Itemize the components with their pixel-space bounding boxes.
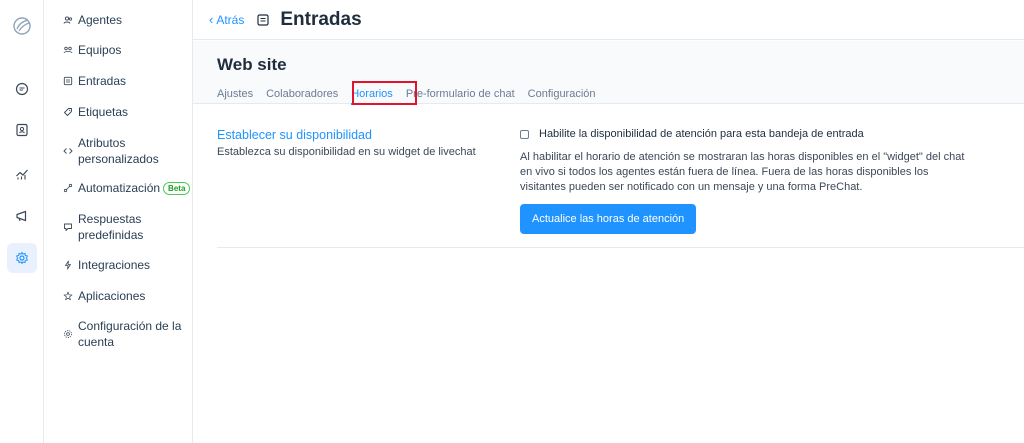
menu-item-respuestas[interactable]: Respuestas predefinidas	[62, 211, 186, 243]
automation-icon	[62, 182, 74, 194]
section-subtitle: Establezca su disponibilidad en su widge…	[217, 146, 476, 158]
contacts-icon[interactable]	[7, 115, 37, 145]
menu-item-aplicaciones[interactable]: Aplicaciones	[62, 288, 186, 304]
back-link[interactable]: ‹ Atrás	[209, 12, 244, 27]
tag-icon	[62, 106, 74, 118]
teams-icon	[62, 44, 74, 56]
menu-item-agentes[interactable]: Agentes	[62, 12, 186, 28]
menu-item-label: Atributos personalizados	[78, 136, 159, 166]
enable-hours-label: Habilite la disponibilidad de atención p…	[539, 128, 864, 140]
tab-colaboradores[interactable]: Colaboradores	[266, 87, 338, 105]
tab-highlight-box	[352, 81, 417, 105]
conversations-icon[interactable]	[7, 74, 37, 104]
update-hours-button[interactable]: Actualice las horas de atención	[520, 204, 697, 234]
inbox-icon	[62, 75, 74, 87]
enable-hours-option[interactable]: Habilite la disponibilidad de atención p…	[520, 128, 980, 140]
tab-ajustes[interactable]: Ajustes	[217, 87, 253, 105]
menu-item-label: Aplicaciones	[78, 289, 146, 303]
reports-icon[interactable]	[7, 159, 37, 189]
inbox-title-icon	[256, 13, 270, 27]
business-hours-settings: Habilite la disponibilidad de atención p…	[520, 128, 980, 234]
logo-icon[interactable]	[7, 11, 37, 41]
gear-icon	[62, 328, 74, 340]
apps-icon	[62, 290, 74, 302]
inbox-header: Web site Ajustes Colaboradores Horarios …	[193, 41, 1024, 105]
menu-item-configuracion-cuenta[interactable]: Configuración de la cuenta	[62, 318, 186, 350]
menu-item-integraciones[interactable]: Integraciones	[62, 257, 186, 273]
page-title: Entradas	[280, 8, 362, 30]
icon-rail	[0, 0, 44, 443]
flash-icon	[62, 259, 74, 271]
menu-item-label: Automatización	[78, 181, 161, 195]
main-content: ‹ Atrás Entradas Web site Ajustes Colabo…	[193, 0, 1024, 443]
section-title: Establecer su disponibilidad	[217, 128, 372, 142]
campaigns-icon[interactable]	[7, 201, 37, 231]
tab-pre-formulario[interactable]: Pre-formulario de chat	[406, 87, 515, 105]
menu-item-automatizacion[interactable]: Automatización Beta	[62, 180, 191, 196]
business-hours-section: Establecer su disponibilidad Establezca …	[217, 128, 1024, 248]
menu-item-label: Configuración de la cuenta	[78, 319, 182, 349]
tab-configuracion[interactable]: Configuración	[528, 87, 596, 105]
chevron-left-icon: ‹	[209, 12, 214, 27]
agents-icon	[62, 14, 74, 26]
code-icon	[62, 145, 74, 157]
settings-menu: Agentes Equipos Entradas Etiquetas Atrib…	[44, 0, 193, 443]
menu-item-entradas[interactable]: Entradas	[62, 73, 186, 89]
menu-item-label: Entradas	[78, 74, 127, 88]
help-text: Al habilitar el horario de atención se m…	[520, 151, 965, 193]
back-label: Atrás	[216, 12, 245, 27]
enable-hours-checkbox[interactable]	[520, 129, 529, 139]
menu-item-etiquetas[interactable]: Etiquetas	[62, 104, 186, 120]
menu-item-label: Etiquetas	[78, 105, 129, 119]
beta-badge: Beta	[163, 181, 191, 195]
top-bar: ‹ Atrás Entradas	[193, 0, 1024, 40]
settings-icon[interactable]	[7, 243, 37, 273]
menu-item-atributos[interactable]: Atributos personalizados	[62, 135, 186, 167]
menu-item-label: Integraciones	[78, 258, 151, 272]
menu-item-equipos[interactable]: Equipos	[62, 42, 186, 58]
menu-item-label: Agentes	[78, 13, 123, 27]
menu-item-label: Respuestas predefinidas	[78, 212, 144, 242]
menu-item-label: Equipos	[78, 43, 122, 57]
inbox-name: Web site	[217, 55, 287, 74]
chat-icon	[62, 221, 74, 233]
